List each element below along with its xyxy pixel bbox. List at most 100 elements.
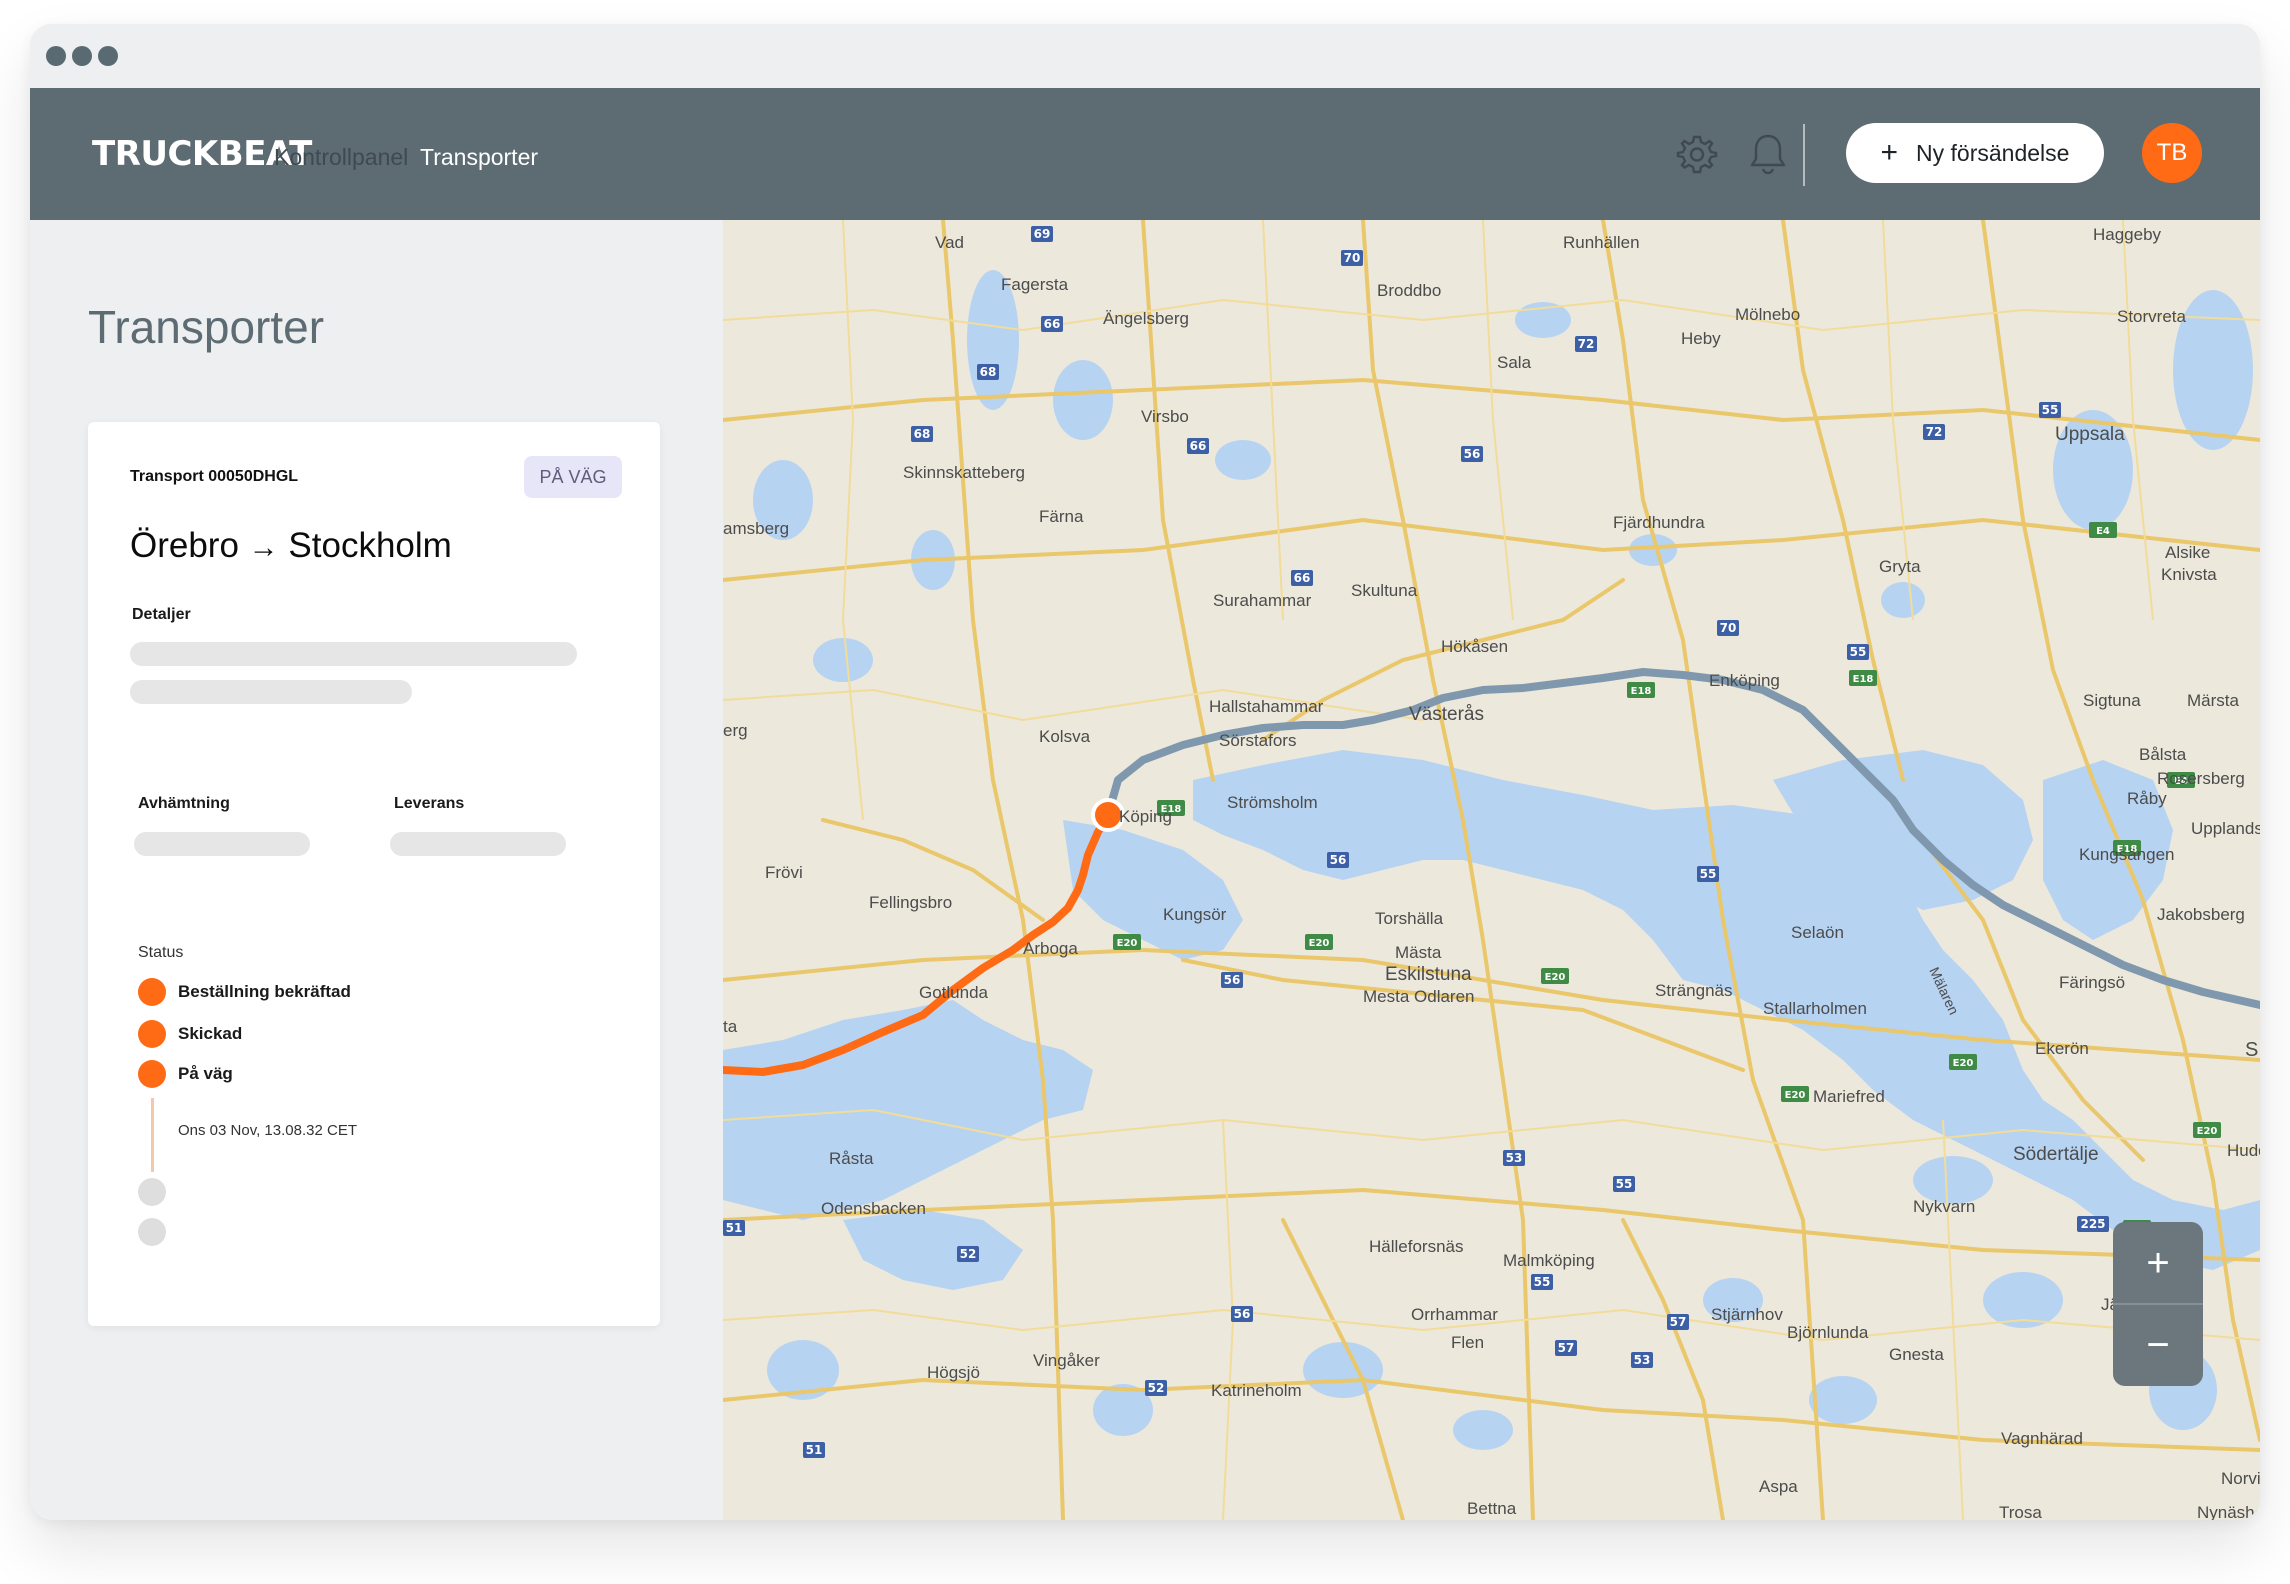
place-label: Färna bbox=[1039, 507, 1084, 526]
status-dot-pending bbox=[138, 1218, 166, 1246]
lake bbox=[813, 638, 873, 682]
window-close-dot[interactable] bbox=[46, 46, 66, 66]
svg-text:51: 51 bbox=[726, 1221, 743, 1235]
place-label: Strängnäs bbox=[1655, 981, 1733, 1000]
new-shipment-button[interactable]: + Ny försändelse bbox=[1846, 123, 2104, 183]
place-label: Stallarholmen bbox=[1763, 999, 1867, 1018]
transport-card[interactable]: Transport 00050DHGL PÅ VÄG Örebro → Stoc… bbox=[88, 422, 660, 1326]
place-label: Råsta bbox=[829, 1149, 874, 1168]
road-shield: 56 bbox=[1461, 446, 1483, 462]
plus-icon: + bbox=[1880, 136, 1899, 169]
svg-text:55: 55 bbox=[2042, 403, 2059, 417]
place-label: Västerås bbox=[1409, 704, 1484, 725]
place-label: ta bbox=[723, 1017, 738, 1036]
road-shield: E20 bbox=[2193, 1122, 2221, 1138]
svg-text:52: 52 bbox=[1148, 1381, 1165, 1395]
place-label: Köping bbox=[1119, 807, 1172, 826]
svg-text:56: 56 bbox=[1330, 853, 1347, 867]
place-label: Orrhammar bbox=[1411, 1305, 1498, 1324]
route-to: Stockholm bbox=[288, 526, 452, 565]
place-label: Uppsala bbox=[2055, 424, 2125, 445]
delivery-label: Leverans bbox=[394, 795, 465, 812]
place-label: Skinnskatteberg bbox=[903, 463, 1025, 482]
svg-text:68: 68 bbox=[914, 427, 931, 441]
place-label: Gotlunda bbox=[919, 983, 989, 1002]
place-label: Kungsör bbox=[1163, 905, 1227, 924]
place-label: amsberg bbox=[723, 519, 789, 538]
svg-text:53: 53 bbox=[1634, 1353, 1651, 1367]
place-label: Skultuna bbox=[1351, 581, 1418, 600]
status-dot-done bbox=[138, 978, 166, 1006]
place-label: Hälleforsnäs bbox=[1369, 1237, 1464, 1256]
svg-text:51: 51 bbox=[806, 1443, 823, 1457]
place-label: Alsike bbox=[2165, 543, 2210, 562]
gear-icon[interactable] bbox=[1675, 132, 1719, 176]
place-label: Broddbo bbox=[1377, 281, 1441, 300]
place-label: Gryta bbox=[1879, 557, 1921, 576]
user-avatar[interactable]: TB bbox=[2142, 123, 2202, 183]
place-label: Vingåker bbox=[1033, 1351, 1100, 1370]
zoom-out-button[interactable]: − bbox=[2113, 1304, 2203, 1386]
status-step-label: Beställning bekräftad bbox=[178, 982, 351, 1001]
place-label: Flen bbox=[1451, 1333, 1484, 1352]
svg-text:55: 55 bbox=[1534, 1275, 1551, 1289]
road-shield: 69 bbox=[1031, 226, 1053, 242]
svg-text:70: 70 bbox=[1720, 621, 1737, 635]
place-label: Strömsholm bbox=[1227, 793, 1318, 812]
window-maximize-dot[interactable] bbox=[98, 46, 118, 66]
road-shield: 70 bbox=[1717, 620, 1739, 636]
road-shield: 56 bbox=[1327, 852, 1349, 868]
place-label: Stjärnhov bbox=[1711, 1305, 1783, 1324]
road-shield: 70 bbox=[1341, 250, 1363, 266]
svg-text:E20: E20 bbox=[1309, 938, 1330, 949]
svg-text:53: 53 bbox=[1506, 1151, 1523, 1165]
place-label: Mariefred bbox=[1813, 1087, 1885, 1106]
place-label: Virsbo bbox=[1141, 407, 1189, 426]
status-dot-pending bbox=[138, 1178, 166, 1206]
map-view[interactable]: 69 70 66 72 68 66 56 55 68 72 66 70 55 E… bbox=[723, 220, 2260, 1520]
place-label: Vagnhärad bbox=[2001, 1429, 2083, 1448]
nav-kontrollpanel[interactable]: Kontrollpanel bbox=[274, 144, 408, 171]
road-shield: 55 bbox=[1613, 1176, 1635, 1192]
map-zoom-controls: + − bbox=[2113, 1222, 2203, 1386]
place-label: Fagersta bbox=[1001, 275, 1069, 294]
svg-text:66: 66 bbox=[1294, 571, 1311, 585]
place-label: Heby bbox=[1681, 329, 1721, 348]
road-shield: 53 bbox=[1503, 1150, 1525, 1166]
top-navbar: TRUCKBEAT Kontrollpanel Transporter + Ny… bbox=[30, 88, 2260, 220]
nav-divider bbox=[1803, 124, 1805, 186]
road-shield: 56 bbox=[1231, 1306, 1253, 1322]
lake bbox=[1881, 582, 1925, 618]
lake bbox=[1053, 360, 1113, 440]
road-shield: 55 bbox=[1847, 644, 1869, 660]
place-label: Jakobsberg bbox=[2157, 905, 2245, 924]
new-shipment-label: Ny försändelse bbox=[1916, 139, 2070, 166]
place-label: Hallstahammar bbox=[1209, 697, 1324, 716]
place-label: Runhällen bbox=[1563, 233, 1640, 252]
place-label: Märsta bbox=[2187, 691, 2240, 710]
map-canvas[interactable]: 69 70 66 72 68 66 56 55 68 72 66 70 55 E… bbox=[723, 220, 2260, 1520]
road-shield: E20 bbox=[1781, 1086, 1809, 1102]
svg-text:E18: E18 bbox=[1853, 674, 1874, 685]
delivery-skeleton bbox=[390, 832, 566, 856]
road-shield: 51 bbox=[803, 1442, 825, 1458]
place-label: Malmköping bbox=[1503, 1251, 1595, 1270]
bell-icon[interactable] bbox=[1746, 132, 1790, 176]
nav-transporter[interactable]: Transporter bbox=[420, 144, 538, 171]
place-label: Torshälla bbox=[1375, 909, 1444, 928]
zoom-in-button[interactable]: + bbox=[2113, 1222, 2203, 1304]
place-label: S bbox=[2245, 1039, 2258, 1061]
window-minimize-dot[interactable] bbox=[72, 46, 92, 66]
status-step-label: På väg bbox=[178, 1064, 233, 1083]
details-skeleton-line bbox=[130, 642, 577, 666]
place-label: Kolsva bbox=[1039, 727, 1091, 746]
road-shield: 66 bbox=[1291, 570, 1313, 586]
place-label: Surahammar bbox=[1213, 591, 1312, 610]
road-shield: E18 bbox=[1627, 682, 1655, 698]
place-label: Gnesta bbox=[1889, 1345, 1944, 1364]
svg-text:56: 56 bbox=[1464, 447, 1481, 461]
svg-text:E20: E20 bbox=[1953, 1058, 1974, 1069]
road-shield: 72 bbox=[1923, 424, 1945, 440]
status-dot-done bbox=[138, 1020, 166, 1048]
status-dot-done bbox=[138, 1060, 166, 1088]
